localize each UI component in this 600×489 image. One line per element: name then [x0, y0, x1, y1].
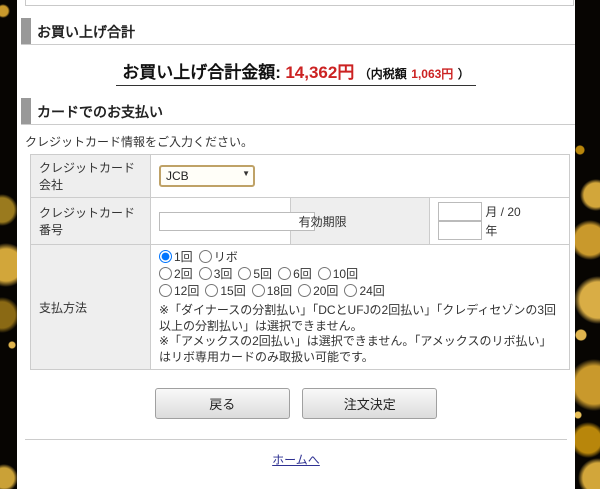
payment-option-radio[interactable] [159, 250, 172, 263]
payment-option-label: 5回 [253, 267, 272, 281]
payment-option-label: 20回 [313, 284, 338, 298]
tax-close: ） [458, 67, 470, 81]
section-header-purchase-total: お買い上げ合計 [21, 18, 575, 45]
back-button[interactable]: 戻る [155, 388, 290, 419]
main-content-panel: お買い上げ合計 お買い上げ合計金額: 14,362円 （内税額 1,063円 ）… [17, 0, 575, 489]
card-number-label: クレジットカード番号 [31, 198, 151, 245]
payment-method-label: 支払方法 [31, 245, 151, 370]
card-number-row: クレジットカード番号 有効期限 月 / 20 年 [31, 198, 570, 245]
payment-option-label: 1回 [174, 250, 193, 264]
payment-option-radio[interactable] [298, 284, 311, 297]
payment-option-row: 12回 15回 18回 20回 24回 [159, 283, 561, 300]
payment-option[interactable]: 1回 [159, 250, 193, 264]
expiry-month-unit: 月 / 20 [485, 205, 520, 219]
payment-note-1: ※「ダイナースの分割払い」「DCとUFJの2回払い」「クレディセゾンの3回以上の… [159, 303, 561, 334]
payment-option[interactable]: 15回 [205, 284, 245, 298]
payment-option[interactable]: 20回 [298, 284, 338, 298]
card-company-select-wrap: JCB ▼ [159, 165, 255, 187]
expiry-cell: 月 / 20 年 [430, 198, 570, 245]
section-header-bar [21, 18, 31, 44]
payment-option[interactable]: 12回 [159, 284, 199, 298]
total-label: お買い上げ合計金額: [122, 63, 281, 82]
payment-option-radio[interactable] [159, 284, 172, 297]
payment-option[interactable]: 2回 [159, 267, 193, 281]
payment-option-radio[interactable] [318, 267, 331, 280]
total-amount: 14,362円 [285, 63, 354, 82]
payment-method-cell: 1回 リボ 2回 3回 5回 6回 10回 12回 15回 18回 20回 24回 ※「ダイナースの分… [151, 245, 570, 370]
divider [25, 439, 567, 440]
tax-open: （内税額 [359, 67, 407, 81]
payment-option-label: 6回 [293, 267, 312, 281]
payment-option-label: 2回 [174, 267, 193, 281]
section-title: お買い上げ合計 [37, 25, 135, 44]
payment-option-radio[interactable] [252, 284, 265, 297]
home-link-row: ホームへ [17, 451, 575, 469]
order-submit-button[interactable]: 注文決定 [302, 388, 437, 419]
expiry-year-unit: 年 [485, 224, 497, 238]
payment-options-group: 1回 リボ 2回 3回 5回 6回 10回 12回 15回 18回 20回 24回 [159, 249, 561, 300]
payment-option[interactable]: リボ [199, 250, 238, 264]
payment-option-label: リボ [214, 250, 238, 264]
payment-notes: ※「ダイナースの分割払い」「DCとUFJの2回払い」「クレディセゾンの3回以上の… [159, 303, 561, 365]
payment-option-radio[interactable] [205, 284, 218, 297]
payment-option-row: 2回 3回 5回 6回 10回 [159, 266, 561, 283]
payment-option[interactable]: 5回 [238, 267, 272, 281]
previous-table-cutoff [25, 0, 574, 6]
section-title: カードでのお支払い [37, 105, 163, 124]
expiry-label: 有効期限 [290, 198, 430, 245]
payment-option[interactable]: 6回 [278, 267, 312, 281]
payment-option-radio[interactable] [199, 267, 212, 280]
card-company-label: クレジットカード会社 [31, 155, 151, 198]
payment-option[interactable]: 24回 [344, 284, 384, 298]
payment-option-label: 3回 [214, 267, 233, 281]
total-line: お買い上げ合計金額: 14,362円 （内税額 1,063円 ） [17, 58, 575, 86]
tax-amount: 1,063円 [411, 67, 453, 81]
payment-option-radio[interactable] [344, 284, 357, 297]
expiry-year-input[interactable] [438, 221, 482, 240]
total-underline: お買い上げ合計金額: 14,362円 （内税額 1,063円 ） [116, 58, 476, 86]
payment-option-row: 1回 リボ [159, 249, 561, 266]
expiry-month-input[interactable] [438, 202, 482, 221]
payment-note-2: ※「アメックスの2回払い」は選択できません。「アメックスのリボ払い」はリボ専用カ… [159, 334, 561, 365]
card-company-row: クレジットカード会社 JCB ▼ [31, 155, 570, 198]
payment-option[interactable]: 3回 [199, 267, 233, 281]
card-company-select[interactable]: JCB [159, 165, 255, 187]
payment-option[interactable]: 10回 [318, 267, 358, 281]
payment-option-label: 12回 [174, 284, 199, 298]
payment-option-radio[interactable] [159, 267, 172, 280]
payment-option-label: 18回 [267, 284, 292, 298]
payment-option-radio[interactable] [238, 267, 251, 280]
card-number-cell [151, 198, 291, 245]
section-header-bar [21, 98, 31, 124]
payment-option-radio[interactable] [278, 267, 291, 280]
payment-option-label: 24回 [359, 284, 384, 298]
card-company-cell: JCB ▼ [151, 155, 570, 198]
payment-option-radio[interactable] [199, 250, 212, 263]
home-link[interactable]: ホームへ [272, 453, 320, 467]
card-number-input[interactable] [159, 212, 315, 231]
payment-method-row: 支払方法 1回 リボ 2回 3回 5回 6回 10回 12回 15回 18回 20回 24回 ※「ダイ… [31, 245, 570, 370]
card-instruction: クレジットカード情報をご入力ください。 [25, 133, 575, 150]
payment-option-label: 10回 [333, 267, 358, 281]
card-form-table: クレジットカード会社 JCB ▼ クレジットカード番号 有効期限 月 / 20 年 [30, 154, 570, 370]
payment-option[interactable]: 18回 [252, 284, 292, 298]
button-row: 戻る 注文決定 [17, 388, 575, 419]
payment-option-label: 15回 [220, 284, 245, 298]
section-header-card-payment: カードでのお支払い [21, 98, 575, 125]
